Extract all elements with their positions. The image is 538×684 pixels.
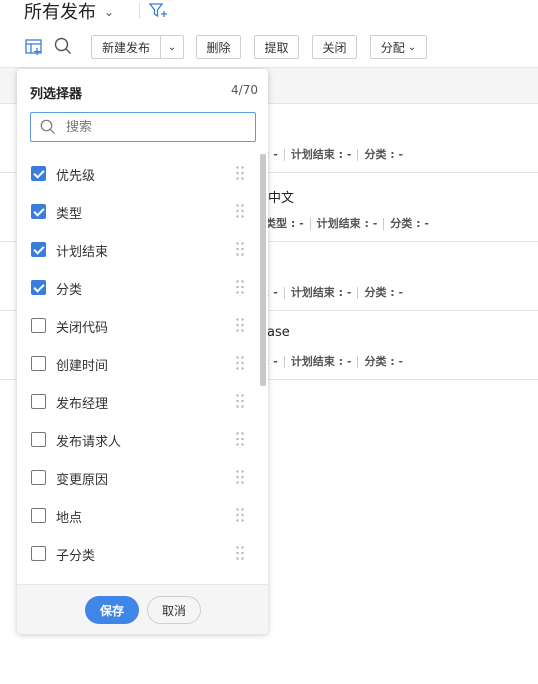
drag-handle-icon[interactable] <box>236 242 244 256</box>
cancel-button[interactable]: 取消 <box>147 596 201 624</box>
column-option[interactable]: 创建时间 <box>17 344 257 382</box>
drag-handle-icon[interactable] <box>236 470 244 484</box>
column-option[interactable]: 类型 <box>17 192 257 230</box>
column-option[interactable]: 分类 <box>17 268 257 306</box>
column-option-label: 地点 <box>56 511 83 526</box>
new-release-button[interactable]: 新建发布 <box>92 36 161 58</box>
column-search-input[interactable] <box>64 118 244 136</box>
assign-label: 分配 <box>380 40 405 55</box>
drag-handle-icon[interactable] <box>236 508 244 522</box>
toolbar: 新建发布 ⌄ 删除 提取 关闭 分配 ⌄ <box>0 35 538 59</box>
column-option-label: 子分类 <box>56 549 96 564</box>
chevron-down-icon: ⌄ <box>407 41 417 53</box>
column-checkbox[interactable] <box>31 166 46 181</box>
column-checkbox[interactable] <box>31 432 46 447</box>
column-option[interactable] <box>17 572 257 584</box>
drag-handle-icon[interactable] <box>236 546 244 560</box>
delete-button[interactable]: 删除 <box>196 35 241 59</box>
column-checkbox[interactable] <box>31 318 46 333</box>
column-option-label: 类型 <box>56 207 83 222</box>
column-checkbox[interactable] <box>31 508 46 523</box>
column-search-box[interactable] <box>30 112 256 142</box>
search-icon <box>40 119 55 134</box>
column-option[interactable]: 变更原因 <box>17 458 257 496</box>
column-option[interactable]: 地点 <box>17 496 257 534</box>
drag-handle-icon[interactable] <box>236 280 244 294</box>
release-meta: !: - 计划结束 : - 分类 : - <box>260 355 404 368</box>
column-checkbox[interactable] <box>31 242 46 257</box>
column-option[interactable]: 发布经理 <box>17 382 257 420</box>
fetch-button[interactable]: 提取 <box>254 35 299 59</box>
divider <box>139 3 140 19</box>
column-option[interactable]: 优先级 <box>17 154 257 192</box>
drag-handle-icon[interactable] <box>236 356 244 370</box>
column-list: 优先级类型计划结束分类关闭代码创建时间发布经理发布请求人变更原因地点子分类 <box>17 154 268 584</box>
drag-handle-icon[interactable] <box>236 318 244 332</box>
search-icon[interactable] <box>54 37 72 55</box>
column-option[interactable]: 关闭代码 <box>17 306 257 344</box>
drag-handle-icon[interactable] <box>236 166 244 180</box>
column-checkbox[interactable] <box>31 356 46 371</box>
assign-button[interactable]: 分配 ⌄ <box>370 35 427 59</box>
column-option-label: 关闭代码 <box>56 321 109 336</box>
column-option-label: 发布经理 <box>56 397 109 412</box>
column-option-label: 创建时间 <box>56 359 109 374</box>
column-picker-title: 列选择器 <box>30 87 83 102</box>
column-option-label: 发布请求人 <box>56 435 122 450</box>
close-button[interactable]: 关闭 <box>312 35 357 59</box>
column-option-label: 计划结束 <box>56 245 109 260</box>
chevron-down-icon[interactable]: ⌄ <box>161 36 183 58</box>
column-option[interactable]: 子分类 <box>17 534 257 572</box>
column-picker-panel: 列选择器 4/70 优先级类型计划结束分类关闭代码创建时间发布经理发布请求人变更… <box>17 69 268 634</box>
page-title: 所有发布 <box>24 2 96 23</box>
page-title-dropdown[interactable]: 所有发布 ⌄ <box>24 0 114 24</box>
column-checkbox[interactable] <box>31 394 46 409</box>
column-picker-footer: 保存 取消 <box>17 584 268 634</box>
release-name[interactable]: ase <box>267 325 290 340</box>
column-checkbox[interactable] <box>31 546 46 561</box>
scrollbar[interactable] <box>260 154 266 386</box>
drag-handle-icon[interactable] <box>236 394 244 408</box>
column-option-label: 变更原因 <box>56 473 109 488</box>
column-checkbox[interactable] <box>31 280 46 295</box>
release-meta: 类型 : - 计划结束 : - 分类 : - <box>265 217 429 230</box>
column-picker-icon[interactable] <box>25 38 43 56</box>
add-filter-icon[interactable] <box>149 2 169 20</box>
column-option-label: 优先级 <box>56 169 96 184</box>
column-option-label: 分类 <box>56 283 83 298</box>
column-option[interactable]: 计划结束 <box>17 230 257 268</box>
release-meta: !: - 计划结束 : - 分类 : - <box>260 148 404 161</box>
column-checkbox[interactable] <box>31 470 46 485</box>
save-button[interactable]: 保存 <box>85 596 139 624</box>
drag-handle-icon[interactable] <box>236 432 244 446</box>
chevron-down-icon: ⌄ <box>104 5 115 19</box>
release-meta: !: - 计划结束 : - 分类 : - <box>260 286 404 299</box>
drag-handle-icon[interactable] <box>236 204 244 218</box>
selected-count: 4/70 <box>231 83 258 97</box>
column-option[interactable]: 发布请求人 <box>17 420 257 458</box>
new-release-split-button: 新建发布 ⌄ <box>91 35 184 59</box>
column-checkbox[interactable] <box>31 204 46 219</box>
